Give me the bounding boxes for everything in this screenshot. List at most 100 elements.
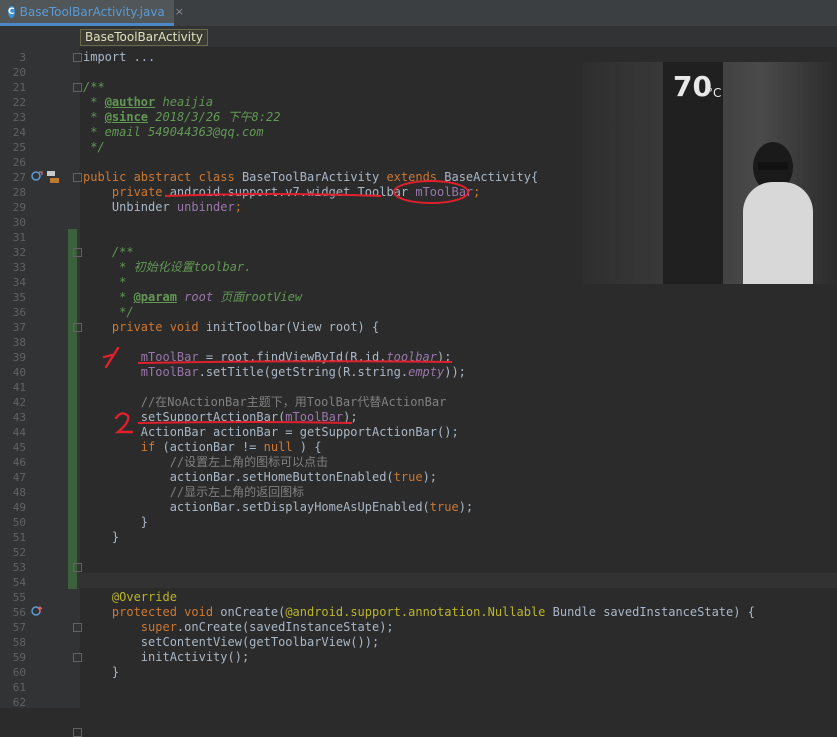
code-line[interactable]: 56 protected void onCreate(@android.supp… xyxy=(0,605,837,620)
code-token: ); xyxy=(422,470,438,484)
code-token: @android.support.annotation. xyxy=(285,605,488,619)
line-number: 20 xyxy=(12,66,26,79)
code-token: * xyxy=(83,290,134,304)
code-token: unbinder xyxy=(176,200,235,214)
code-token: .setTitle(getString(R.string. xyxy=(198,365,409,379)
code-token: //显示左上角的返回图标 xyxy=(83,485,305,499)
code-text: * @author heaijia xyxy=(83,95,213,110)
code-line[interactable]: 53 xyxy=(0,560,837,575)
code-token: /** xyxy=(83,245,134,259)
code-line[interactable]: 47 actionBar.setHomeButtonEnabled(true); xyxy=(0,470,837,485)
code-line[interactable]: 37 private void initToolbar(View root) { xyxy=(0,320,837,335)
code-text: * 初始化设置toolbar. xyxy=(83,260,251,275)
code-line[interactable]: 49 actionBar.setDisplayHomeAsUpEnabled(t… xyxy=(0,500,837,515)
code-line[interactable]: 40 mToolBar.setTitle(getString(R.string.… xyxy=(0,365,837,380)
code-token: private xyxy=(83,185,170,199)
code-token: public abstract class xyxy=(83,170,242,184)
line-number: 43 xyxy=(12,411,26,424)
code-line[interactable]: 57 super.onCreate(savedInstanceState); xyxy=(0,620,837,635)
fold-toggle-icon[interactable] xyxy=(73,53,82,62)
fold-toggle-icon[interactable] xyxy=(73,248,82,257)
line-number: 53 xyxy=(12,561,26,574)
code-line[interactable]: 38 xyxy=(0,335,837,350)
line-number: 42 xyxy=(12,396,26,409)
class-hierarchy-icon[interactable] xyxy=(46,170,60,184)
line-number: 61 xyxy=(12,681,26,694)
line-number: 21 xyxy=(12,81,26,94)
editor-tab-bar: C BaseToolBarActivity.java × xyxy=(0,0,837,27)
code-text: //在NoActionBar主题下，用ToolBar代替ActionBar xyxy=(83,395,447,410)
tab-basetoolbaractivity[interactable]: C BaseToolBarActivity.java × xyxy=(0,0,184,26)
line-number: 23 xyxy=(12,111,26,124)
code-token: private void xyxy=(83,320,206,334)
fold-toggle-icon[interactable] xyxy=(73,653,82,662)
code-text: */ xyxy=(83,305,133,320)
code-line[interactable]: 54 xyxy=(0,575,837,590)
line-number: 59 xyxy=(12,651,26,664)
code-token: heaijia xyxy=(155,95,214,109)
code-line[interactable]: 59 initActivity(); xyxy=(0,650,837,665)
code-token: import ... xyxy=(83,50,156,64)
breadcrumb-bar: BaseToolBarActivity xyxy=(0,27,837,47)
code-line[interactable]: 42 //在NoActionBar主题下，用ToolBar代替ActionBar xyxy=(0,395,837,410)
line-number: 24 xyxy=(12,126,26,139)
code-line[interactable]: 51 } xyxy=(0,530,837,545)
code-line[interactable]: 60 } xyxy=(0,665,837,680)
code-token: )); xyxy=(444,365,466,379)
code-line[interactable]: 61 xyxy=(0,680,837,695)
code-token: 页面rootView xyxy=(213,290,303,304)
line-number: 3 xyxy=(19,51,26,64)
fold-toggle-icon[interactable] xyxy=(73,323,82,332)
line-number: 48 xyxy=(12,486,26,499)
annotation-number-one xyxy=(102,346,120,369)
code-token: super xyxy=(83,620,177,634)
fold-toggle-icon[interactable] xyxy=(73,83,82,92)
line-number: 54 xyxy=(12,576,26,589)
fold-toggle-icon[interactable] xyxy=(73,173,82,182)
code-line[interactable]: 48 //显示左上角的返回图标 xyxy=(0,485,837,500)
code-line[interactable]: 41 xyxy=(0,380,837,395)
code-token: null xyxy=(263,440,293,454)
line-number: 39 xyxy=(12,351,26,364)
fold-toggle-icon[interactable] xyxy=(73,623,82,632)
code-text: actionBar.setHomeButtonEnabled(true); xyxy=(83,470,437,485)
code-text: setContentView(getToolbarView()); xyxy=(83,635,379,650)
line-number: 29 xyxy=(12,201,26,214)
fold-toggle-icon[interactable] xyxy=(73,563,82,572)
code-token: * xyxy=(83,95,105,109)
code-token: } xyxy=(83,530,120,544)
code-line[interactable]: 36 */ xyxy=(0,305,837,320)
code-line[interactable]: 55 @Override xyxy=(0,590,837,605)
code-token: ); xyxy=(458,500,474,514)
code-line[interactable]: 35 * @param root 页面rootView xyxy=(0,290,837,305)
code-line[interactable]: 45 if (actionBar != null ) { xyxy=(0,440,837,455)
code-token: @author xyxy=(104,95,156,109)
line-number: 46 xyxy=(12,456,26,469)
code-text: private void initToolbar(View root) { xyxy=(83,320,379,335)
code-token: protected void xyxy=(83,605,221,619)
line-number: 57 xyxy=(12,621,26,634)
code-token: initToolbar(View root) { xyxy=(205,320,380,334)
code-line[interactable]: 52 xyxy=(0,545,837,560)
breadcrumb[interactable]: BaseToolBarActivity xyxy=(80,29,208,46)
code-token: ; xyxy=(234,200,242,214)
code-line[interactable]: 58 setContentView(getToolbarView()); xyxy=(0,635,837,650)
line-number: 49 xyxy=(12,501,26,514)
implements-marker-icon[interactable] xyxy=(31,170,43,182)
code-line[interactable]: 46 //设置左上角的图标可以点击 xyxy=(0,455,837,470)
close-icon[interactable]: × xyxy=(175,5,184,18)
line-number: 30 xyxy=(12,216,26,229)
code-text: //设置左上角的图标可以点击 xyxy=(83,455,328,470)
code-text: /** xyxy=(83,80,105,95)
code-line[interactable]: 50 } xyxy=(0,515,837,530)
code-token: actionBar.setHomeButtonEnabled( xyxy=(83,470,394,484)
line-number: 45 xyxy=(12,441,26,454)
override-marker-icon[interactable] xyxy=(31,605,43,617)
fold-toggle-icon[interactable] xyxy=(73,728,82,737)
code-token: onCreate( xyxy=(220,605,286,619)
code-token: */ xyxy=(83,140,105,154)
code-text: actionBar.setDisplayHomeAsUpEnabled(true… xyxy=(83,500,473,515)
code-token: ActionBar actionBar = getSupportActionBa… xyxy=(83,425,459,439)
line-number: 41 xyxy=(12,381,26,394)
code-text: * @param root 页面rootView xyxy=(83,290,302,305)
